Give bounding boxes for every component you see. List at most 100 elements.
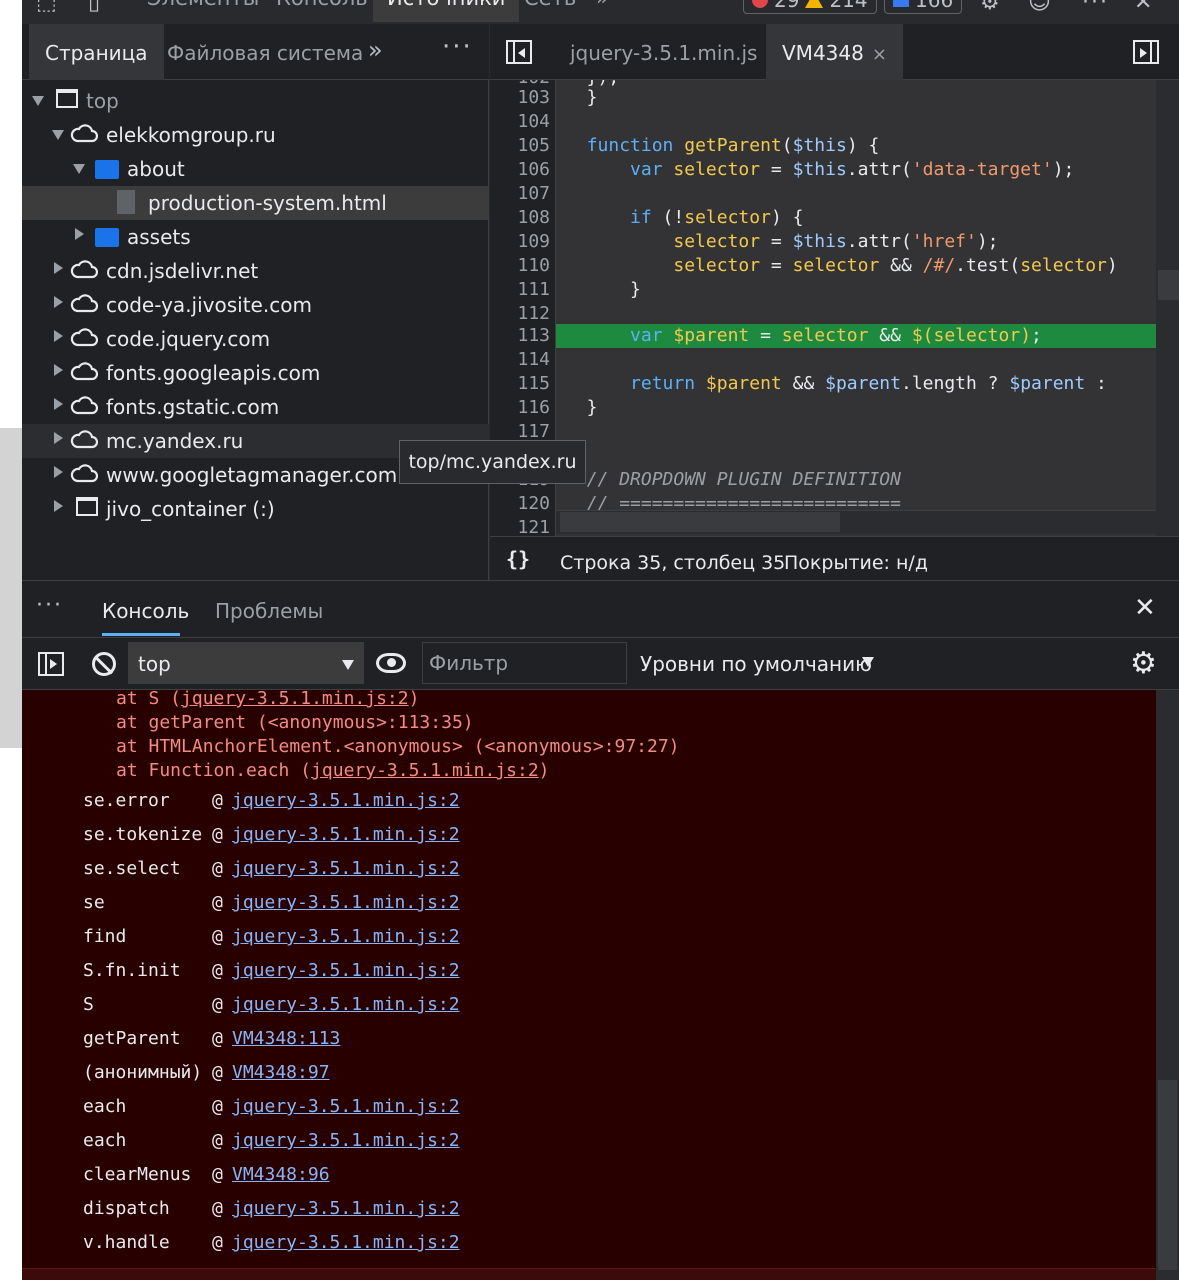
line-number: 103 bbox=[517, 87, 550, 108]
toggle-debugger-icon[interactable] bbox=[1133, 40, 1159, 64]
stack-function: se.error bbox=[83, 790, 170, 811]
expand-arrow-icon[interactable] bbox=[73, 164, 85, 174]
tab-jquery-file[interactable]: jquery-3.5.1.min.js bbox=[570, 24, 757, 80]
cloud-icon bbox=[70, 430, 98, 449]
stack-source-link[interactable]: jquery-3.5.1.min.js:2 bbox=[232, 960, 460, 981]
stack-source-link[interactable]: jquery-3.5.1.min.js:2 bbox=[232, 858, 460, 879]
tree-item-folder-assets[interactable]: assets bbox=[22, 220, 489, 254]
collapsed-arrow-icon[interactable] bbox=[54, 500, 63, 512]
error-icon bbox=[752, 0, 768, 8]
tab-sources[interactable]: Источники bbox=[373, 0, 520, 22]
tree-item-folder-about[interactable]: about bbox=[22, 152, 489, 186]
collapsed-arrow-icon[interactable] bbox=[54, 296, 63, 308]
tab-network[interactable]: Сеть bbox=[524, 0, 576, 10]
error-text: at HTMLAnchorElement.<anonymous> (<anony… bbox=[116, 736, 680, 757]
sources-navigator: Страница Файловая система » ··· top elek… bbox=[22, 24, 489, 580]
tab-elements[interactable]: Элементы bbox=[147, 0, 259, 10]
live-expression-eye-icon[interactable] bbox=[376, 653, 406, 673]
tree-item-domain[interactable]: fonts.googleapis.com bbox=[22, 356, 489, 390]
settings-icon[interactable]: ⚙ bbox=[980, 0, 1000, 15]
code-line: 109 selector = $this.attr('href'); bbox=[490, 230, 1156, 254]
tree-item-domain[interactable]: fonts.gstatic.com bbox=[22, 390, 489, 424]
tree-label: code.jquery.com bbox=[106, 327, 271, 351]
device-toolbar-icon[interactable]: ▯ bbox=[88, 0, 100, 15]
stack-source-link[interactable]: VM4348:96 bbox=[232, 1164, 330, 1185]
close-devtools-icon[interactable]: ✕ bbox=[1134, 0, 1152, 15]
code-editor[interactable]: 102 }); 103 } 104 105 function getParent… bbox=[490, 80, 1179, 536]
expand-arrow-icon[interactable] bbox=[32, 96, 44, 106]
drawer-tab-issues[interactable]: Проблемы bbox=[215, 599, 323, 623]
error-text: ) bbox=[408, 690, 420, 709]
code-line: 103 } bbox=[490, 86, 1156, 110]
collapsed-arrow-icon[interactable] bbox=[75, 228, 84, 240]
collapsed-arrow-icon[interactable] bbox=[54, 262, 63, 274]
tree-item-file-selected[interactable]: production-system.html bbox=[22, 186, 489, 220]
code-line: 107 bbox=[490, 182, 1156, 206]
cloud-icon bbox=[70, 396, 98, 415]
tab-console[interactable]: Консоль bbox=[276, 0, 368, 10]
editor-vertical-scrollbar[interactable] bbox=[1156, 80, 1179, 536]
stack-source-link[interactable]: jquery-3.5.1.min.js:2 bbox=[232, 1130, 460, 1151]
error-stack-line: at HTMLAnchorElement.<anonymous> (<anony… bbox=[116, 736, 680, 760]
console-sidebar-icon[interactable] bbox=[38, 652, 64, 676]
navigator-more-button[interactable]: » bbox=[368, 36, 383, 64]
stack-function: S.fn.init bbox=[83, 960, 181, 981]
source-link[interactable]: jquery-3.5.1.min.js:2 bbox=[311, 760, 539, 781]
collapsed-arrow-icon[interactable] bbox=[54, 432, 63, 444]
feedback-icon[interactable]: ☺ bbox=[1028, 0, 1051, 15]
stack-source-link[interactable]: jquery-3.5.1.min.js:2 bbox=[232, 790, 460, 811]
stack-source-link[interactable]: jquery-3.5.1.min.js:2 bbox=[232, 1096, 460, 1117]
toggle-navigator-icon[interactable] bbox=[506, 40, 532, 64]
log-levels-dropdown[interactable]: Уровни по умолчанию bbox=[640, 652, 872, 676]
tree-label: jivo_container (:) bbox=[106, 497, 275, 521]
console-output[interactable]: at S (jquery-3.5.1.min.js:2) at getParen… bbox=[22, 690, 1156, 1280]
collapsed-arrow-icon[interactable] bbox=[54, 398, 63, 410]
issues-counter[interactable]: 29 214 bbox=[743, 0, 877, 14]
tab-page[interactable]: Страница bbox=[29, 24, 164, 80]
stack-source-link[interactable]: jquery-3.5.1.min.js:2 bbox=[232, 1198, 460, 1219]
source-link[interactable]: jquery-3.5.1.min.js:2 bbox=[181, 690, 409, 709]
drawer-tab-console[interactable]: Консоль bbox=[102, 599, 189, 623]
editor-horizontal-scroll-thumb[interactable] bbox=[560, 512, 840, 532]
inspect-icon[interactable]: ⬚ bbox=[36, 0, 57, 15]
collapsed-arrow-icon[interactable] bbox=[54, 330, 63, 342]
tree-item-domain[interactable]: code-ya.jivosite.com bbox=[22, 288, 489, 322]
stack-function: find bbox=[83, 926, 127, 947]
stack-source-link[interactable]: jquery-3.5.1.min.js:2 bbox=[232, 892, 460, 913]
collapsed-arrow-icon[interactable] bbox=[54, 466, 63, 478]
stack-source-link[interactable]: jquery-3.5.1.min.js:2 bbox=[232, 994, 460, 1015]
error-stack-line: at getParent (<anonymous>:113:35) bbox=[116, 712, 474, 736]
tree-item-domain[interactable]: code.jquery.com bbox=[22, 322, 489, 356]
stack-source-link[interactable]: jquery-3.5.1.min.js:2 bbox=[232, 926, 460, 947]
tab-filesystem[interactable]: Файловая система bbox=[167, 24, 363, 80]
drawer-menu-icon[interactable]: ··· bbox=[36, 593, 63, 618]
clear-console-icon[interactable] bbox=[92, 652, 116, 676]
expand-arrow-icon[interactable] bbox=[52, 130, 64, 140]
stack-source-link[interactable]: jquery-3.5.1.min.js:2 bbox=[232, 824, 460, 845]
more-tabs-button[interactable]: » bbox=[596, 0, 609, 10]
editor-vertical-scroll-thumb[interactable] bbox=[1158, 270, 1179, 300]
messages-counter[interactable]: 166 bbox=[884, 0, 963, 14]
tree-item-frame[interactable]: jivo_container (:) bbox=[22, 492, 489, 526]
console-scroll-thumb[interactable] bbox=[1158, 1080, 1177, 1270]
line-number: 109 bbox=[517, 231, 550, 252]
navigator-menu-button[interactable]: ··· bbox=[442, 32, 473, 62]
tree-item-domain[interactable]: elekkomgroup.ru bbox=[22, 118, 489, 152]
tab-vm4348[interactable]: VM4348 × bbox=[766, 24, 903, 80]
console-settings-icon[interactable]: ⚙ bbox=[1130, 646, 1157, 681]
pretty-print-button[interactable]: {} bbox=[506, 547, 530, 571]
stack-source-link[interactable]: jquery-3.5.1.min.js:2 bbox=[232, 1232, 460, 1253]
tree-label: fonts.googleapis.com bbox=[106, 361, 321, 385]
stack-source-link[interactable]: VM4348:113 bbox=[232, 1028, 340, 1049]
tree-item-domain[interactable]: cdn.jsdelivr.net bbox=[22, 254, 489, 288]
console-filter-input[interactable] bbox=[422, 642, 627, 684]
line-number: 106 bbox=[517, 159, 550, 180]
chevron-down-icon[interactable] bbox=[862, 657, 874, 667]
close-tab-icon[interactable]: × bbox=[872, 44, 887, 65]
close-drawer-icon[interactable]: ✕ bbox=[1134, 593, 1156, 623]
menu-dots-icon[interactable]: ··· bbox=[1082, 0, 1109, 15]
context-selector[interactable]: top bbox=[128, 642, 364, 684]
stack-source-link[interactable]: VM4348:97 bbox=[232, 1062, 330, 1083]
tree-item-top[interactable]: top bbox=[22, 84, 489, 118]
collapsed-arrow-icon[interactable] bbox=[54, 364, 63, 376]
